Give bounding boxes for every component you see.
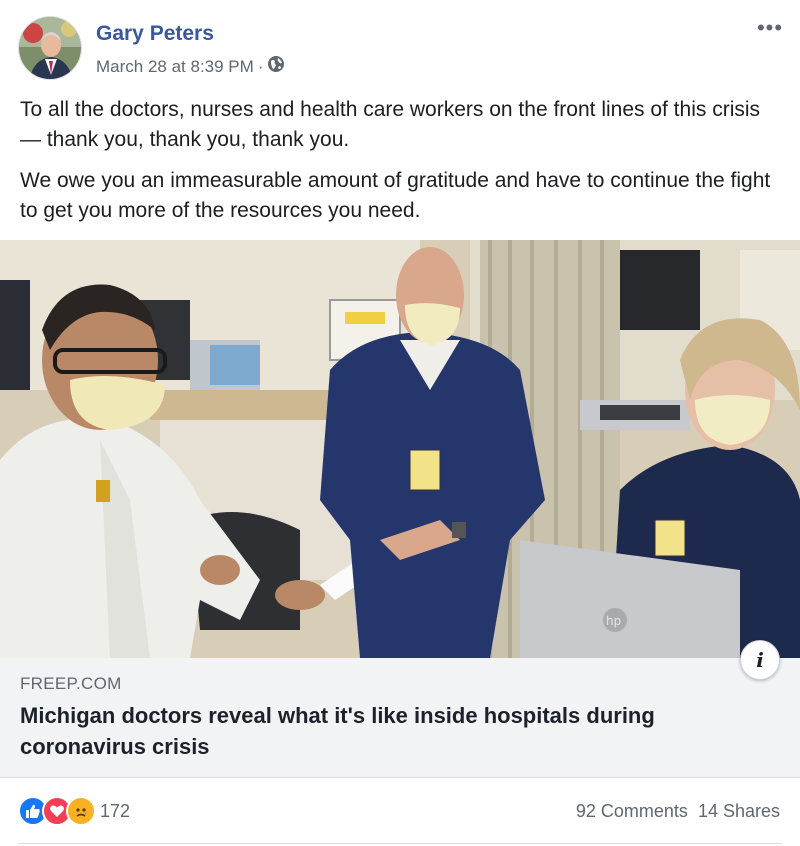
post-paragraph: We owe you an immeasurable amount of gra… [20,169,771,222]
post-meta: March 28 at 8:39 PM · [96,55,285,78]
avatar-image [19,17,81,79]
link-preview-image[interactable]: hp [0,240,800,658]
shares-count-link[interactable]: 14 Shares [698,801,780,822]
footer-divider [18,843,782,844]
meta-separator: · [257,56,264,76]
more-options-button[interactable]: ••• [756,14,784,42]
post-text: To all the doctors, nurses and health ca… [20,95,780,237]
reaction-count: 172 [100,800,131,821]
post-paragraph: To all the doctors, nurses and health ca… [20,98,761,151]
link-headline[interactable]: Michigan doctors reveal what it's like i… [20,700,760,762]
info-icon[interactable]: i [740,640,780,680]
globe-icon[interactable] [267,55,285,78]
laptop-logo: hp [606,614,621,628]
reactions-summary[interactable]: 172 [18,796,130,826]
author-name-link[interactable]: Gary Peters [96,22,214,46]
hospital-photo: hp [0,240,800,658]
comments-count-link[interactable]: 92 Comments [576,801,688,822]
link-domain: FREEP.COM [20,674,122,693]
link-preview-card[interactable]: FREEP.COM Michigan doctors reveal what i… [0,658,800,778]
post-footer: 172 92 Comments 14 Shares [0,790,800,836]
post-timestamp[interactable]: March 28 at 8:39 PM [96,57,254,77]
author-avatar[interactable] [18,16,82,80]
sad-icon [66,796,96,826]
post-stats: 92 Comments 14 Shares [576,801,780,822]
facebook-post: Gary Peters March 28 at 8:39 PM · ••• To… [0,0,800,846]
